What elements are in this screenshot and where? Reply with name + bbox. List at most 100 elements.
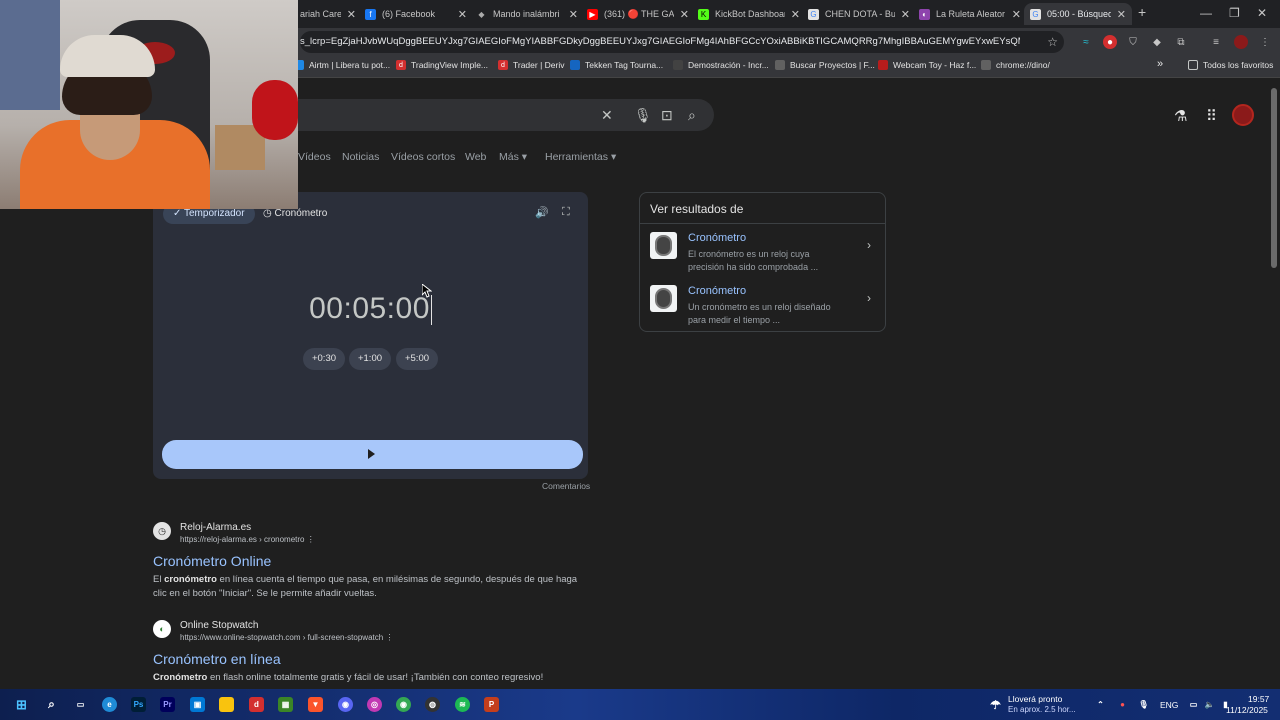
bookmark-item[interactable]: Airtm | Libera tu pot... xyxy=(294,60,390,70)
tab-6[interactable]: ◐ La Ruleta Aleator ✕ xyxy=(919,3,1021,25)
puzzle-icon[interactable]: ⧉ xyxy=(1174,35,1188,49)
reading-list-icon[interactable]: ≡ xyxy=(1209,35,1223,49)
tab-short-videos[interactable]: Vídeos cortos xyxy=(391,151,455,163)
chrome-icon[interactable]: ◉ xyxy=(396,697,411,712)
minimize-icon[interactable]: — xyxy=(1200,6,1212,20)
folder-icon[interactable] xyxy=(219,697,234,712)
tab-2[interactable]: ◆ Mando inalámbri ✕ xyxy=(476,3,578,25)
weather-title[interactable]: Lloverá pronto xyxy=(1008,694,1062,704)
bookmark-item[interactable]: Tekken Tag Tourna... xyxy=(570,60,663,70)
tab-web[interactable]: Web xyxy=(465,151,486,163)
add-5m-button[interactable]: +5:00 xyxy=(396,348,438,370)
microphone-icon[interactable]: 🎙 xyxy=(1136,697,1151,712)
tab-5[interactable]: G CHEN DOTA - Bu ✕ xyxy=(808,3,910,25)
tab-1[interactable]: f (6) Facebook ✕ xyxy=(365,3,467,25)
more-bookmarks-button[interactable]: » xyxy=(1157,58,1163,70)
address-bar[interactable]: s_lcrp=EgZjaHJvbWUqDggBEEUYJxg7GIAEGIoFM… xyxy=(300,31,1064,53)
volume-icon[interactable]: 🔊 xyxy=(535,206,549,219)
scroll-thumb[interactable] xyxy=(1271,88,1277,268)
feedback-link[interactable]: Comentarios xyxy=(542,481,590,491)
bookmark-star-icon[interactable]: ☆ xyxy=(1047,31,1058,53)
shield-icon[interactable]: ⛉ xyxy=(1126,35,1140,49)
minecraft-icon[interactable]: ▦ xyxy=(278,697,293,712)
close-tab-icon[interactable]: ✕ xyxy=(347,8,356,21)
entity-item[interactable]: Cronómetro El cronómetro es un reloj cuy… xyxy=(640,223,885,277)
clock-date[interactable]: 11/12/2025 xyxy=(1226,705,1268,715)
search-icon[interactable]: ⌕ xyxy=(44,697,59,712)
network-icon[interactable]: ▭ xyxy=(1186,697,1201,712)
bookmark-item[interactable]: d Trader | Deriv xyxy=(498,60,565,70)
weather-icon[interactable]: ☂ xyxy=(988,697,1003,712)
tools-button[interactable]: Herramientas ▾ xyxy=(545,151,616,163)
more-options-icon[interactable]: ⋮ xyxy=(385,633,393,642)
timer-display[interactable]: 00:05:00 xyxy=(153,292,588,326)
new-tab-button[interactable]: + xyxy=(1138,4,1146,20)
discord-icon[interactable]: ◉ xyxy=(338,697,353,712)
tab-videos[interactable]: Vídeos xyxy=(298,151,331,163)
brave-icon[interactable]: ▼ xyxy=(308,697,323,712)
add-1m-button[interactable]: +1:00 xyxy=(349,348,391,370)
bookmark-item[interactable]: Buscar Proyectos | F... xyxy=(775,60,875,70)
restore-icon[interactable]: ❐ xyxy=(1229,6,1240,20)
search-input[interactable]: ✕ 🎙 ⊡ ⌕ xyxy=(290,99,714,131)
bookmark-item[interactable]: d TradingView Imple... xyxy=(396,60,488,70)
spotify-icon[interactable]: ≋ xyxy=(455,697,470,712)
clock-time[interactable]: 19:57 xyxy=(1248,694,1269,704)
edge-icon[interactable]: e xyxy=(102,697,117,712)
menu-icon[interactable]: ⋮ xyxy=(1258,35,1272,49)
tab-4[interactable]: K KickBot Dashboar ✕ xyxy=(698,3,800,25)
result-url[interactable]: https://www.online-stopwatch.com › full-… xyxy=(180,633,393,642)
close-tab-icon[interactable]: ✕ xyxy=(791,8,800,21)
close-tab-icon[interactable]: ✕ xyxy=(569,8,578,21)
close-tab-icon[interactable]: ✕ xyxy=(1117,8,1126,21)
fullscreen-icon[interactable]: ⛶ xyxy=(562,206,570,219)
result-site[interactable]: Reloj-Alarma.es xyxy=(180,522,251,533)
language-indicator[interactable]: ENG xyxy=(1160,700,1178,710)
powerpoint-icon[interactable]: P xyxy=(484,697,499,712)
apps-grid-icon[interactable]: ⠿ xyxy=(1206,107,1217,125)
profile-icon[interactable] xyxy=(1234,35,1248,49)
extension-icon[interactable]: ● xyxy=(1103,35,1117,49)
photoshop-icon[interactable]: Ps xyxy=(131,697,146,712)
labs-icon[interactable]: ⚗ xyxy=(1174,107,1187,125)
tray-icon[interactable]: ● xyxy=(1115,697,1130,712)
bookmark-item[interactable]: Webcam Toy - Haz f... xyxy=(878,60,976,70)
avatar[interactable] xyxy=(1232,104,1254,126)
add-30s-button[interactable]: +0:30 xyxy=(303,348,345,370)
tab-3[interactable]: ▶ (361) 🔴 THE GA ✕ xyxy=(587,3,689,25)
app-icon[interactable]: ◎ xyxy=(367,697,382,712)
search-icon[interactable]: ⌕ xyxy=(688,107,696,124)
entity-item[interactable]: Cronómetro Un cronómetro es un reloj dis… xyxy=(640,277,885,331)
close-tab-icon[interactable]: ✕ xyxy=(1012,8,1021,21)
tab-more[interactable]: Más ▾ xyxy=(499,151,527,163)
clear-icon[interactable]: ✕ xyxy=(601,107,613,124)
volume-icon[interactable]: 🔈 xyxy=(1202,697,1217,712)
chevron-up-icon[interactable]: ⌃ xyxy=(1093,697,1108,712)
extension-icon[interactable]: ≈ xyxy=(1079,35,1093,49)
result-url[interactable]: https://reloj-alarma.es › cronometro ⋮ xyxy=(180,535,315,544)
extension-icon[interactable]: ◆ xyxy=(1150,35,1164,49)
obs-icon[interactable]: ◍ xyxy=(425,697,440,712)
windows-start-icon[interactable]: ⊞ xyxy=(14,697,29,712)
bookmark-item[interactable]: chrome://dino/ xyxy=(981,60,1050,70)
close-tab-icon[interactable]: ✕ xyxy=(680,8,689,21)
page-scrollbar[interactable] xyxy=(1270,80,1278,690)
all-bookmarks-button[interactable]: Todos los favoritos xyxy=(1188,60,1273,70)
result-site[interactable]: Online Stopwatch xyxy=(180,620,258,631)
tab-7-active[interactable]: G 05:00 - Búsqueda ✕ xyxy=(1024,3,1132,25)
deriv-icon[interactable]: d xyxy=(249,697,264,712)
more-options-icon[interactable]: ⋮ xyxy=(307,535,315,544)
microphone-icon[interactable]: 🎙 xyxy=(634,107,652,124)
close-window-icon[interactable]: ✕ xyxy=(1257,6,1267,20)
result-title-link[interactable]: Cronómetro Online xyxy=(153,553,271,569)
close-tab-icon[interactable]: ✕ xyxy=(458,8,467,21)
start-button[interactable] xyxy=(162,440,583,469)
task-view-icon[interactable]: ▭ xyxy=(73,697,88,712)
bookmark-item[interactable]: Demostración - Incr... xyxy=(673,60,769,70)
close-tab-icon[interactable]: ✕ xyxy=(901,8,910,21)
tab-news[interactable]: Noticias xyxy=(342,151,379,163)
tab-0[interactable]: ariah Care ✕ xyxy=(300,3,356,25)
store-icon[interactable]: ▣ xyxy=(190,697,205,712)
result-title-link[interactable]: Cronómetro en línea xyxy=(153,651,281,667)
camera-search-icon[interactable]: ⊡ xyxy=(661,107,673,124)
